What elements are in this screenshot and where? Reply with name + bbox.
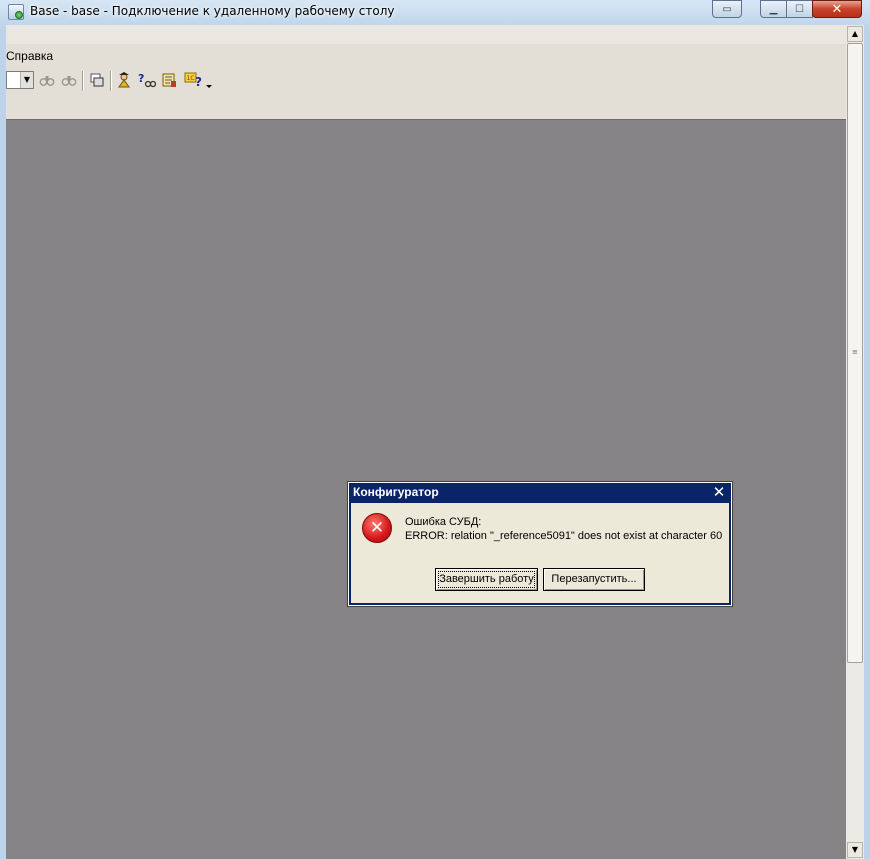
binoculars-disabled-icon[interactable]	[61, 72, 77, 88]
minimize-button[interactable]: ▁	[760, 0, 787, 18]
vertical-scrollbar[interactable]: ▲ ≡ ▼	[846, 25, 864, 859]
help-context-icon[interactable]: 1С?	[184, 72, 214, 89]
scroll-down-button[interactable]: ▼	[847, 842, 863, 858]
remote-desktop-window: Base - base - Подключение к удаленному р…	[0, 0, 870, 859]
window-title: Base - base - Подключение к удаленному р…	[30, 4, 395, 18]
connection-bar-button[interactable]: ▭	[712, 0, 742, 18]
error-message-detail: ERROR: relation "_reference5091" does no…	[405, 530, 723, 542]
restart-button[interactable]: Перезапустить...	[543, 568, 645, 591]
connection-bar-icon: ▭	[722, 3, 732, 15]
exit-button[interactable]: Завершить работу	[435, 568, 538, 591]
toolbar-combo[interactable]: ▼	[6, 71, 34, 89]
svg-text:?: ?	[195, 75, 202, 89]
menu-help[interactable]: Справка	[6, 49, 53, 63]
arrow-down-icon: ▼	[851, 845, 859, 854]
maximize-button[interactable]: ☐	[786, 0, 813, 18]
dialog-title: Конфигуратор	[353, 485, 439, 499]
wizard-icon[interactable]	[116, 72, 132, 88]
scroll-up-button[interactable]: ▲	[847, 26, 863, 42]
binoculars-icon[interactable]	[39, 72, 55, 88]
dialog-body: ✕ Ошибка СУБД: ERROR: relation "_referen…	[351, 503, 729, 603]
error-message-title: Ошибка СУБД:	[405, 516, 482, 528]
close-button[interactable]: ✕	[812, 0, 862, 18]
remote-session-area: Справка ▼ ? 1С ? ▲ ≡ ▼ Конфигуратор ✕ ✕ …	[6, 25, 864, 859]
window-titlebar[interactable]: Base - base - Подключение к удаленному р…	[0, 0, 870, 24]
remote-desktop-icon	[8, 4, 24, 20]
dialog-close-icon[interactable]: ✕	[711, 484, 727, 500]
arrow-up-icon: ▲	[851, 29, 859, 38]
close-icon: ✕	[831, 1, 843, 17]
scroll-thumb[interactable]: ≡	[847, 43, 863, 663]
windows-icon[interactable]	[89, 72, 105, 88]
grip-icon: ≡	[852, 348, 858, 356]
minimize-icon: ▁	[769, 3, 778, 15]
maximize-icon: ☐	[795, 3, 804, 15]
error-icon: ✕	[362, 513, 392, 543]
svg-text:?: ?	[138, 72, 144, 85]
svg-text:1С: 1С	[187, 75, 195, 82]
toolbar-separator	[110, 71, 112, 91]
chevron-down-icon[interactable]: ▼	[20, 72, 33, 88]
help-search-icon[interactable]: ?	[138, 72, 157, 88]
menubar: Справка ▼ ? 1С ?	[6, 44, 846, 120]
toolbar-separator	[82, 71, 84, 91]
error-dialog: Конфигуратор ✕ ✕ Ошибка СУБД: ERROR: rel…	[347, 481, 733, 607]
app-title-strip	[6, 25, 846, 44]
syntax-assistant-icon[interactable]	[161, 72, 177, 88]
toolbar: ▼ ? 1С ?	[6, 71, 846, 120]
